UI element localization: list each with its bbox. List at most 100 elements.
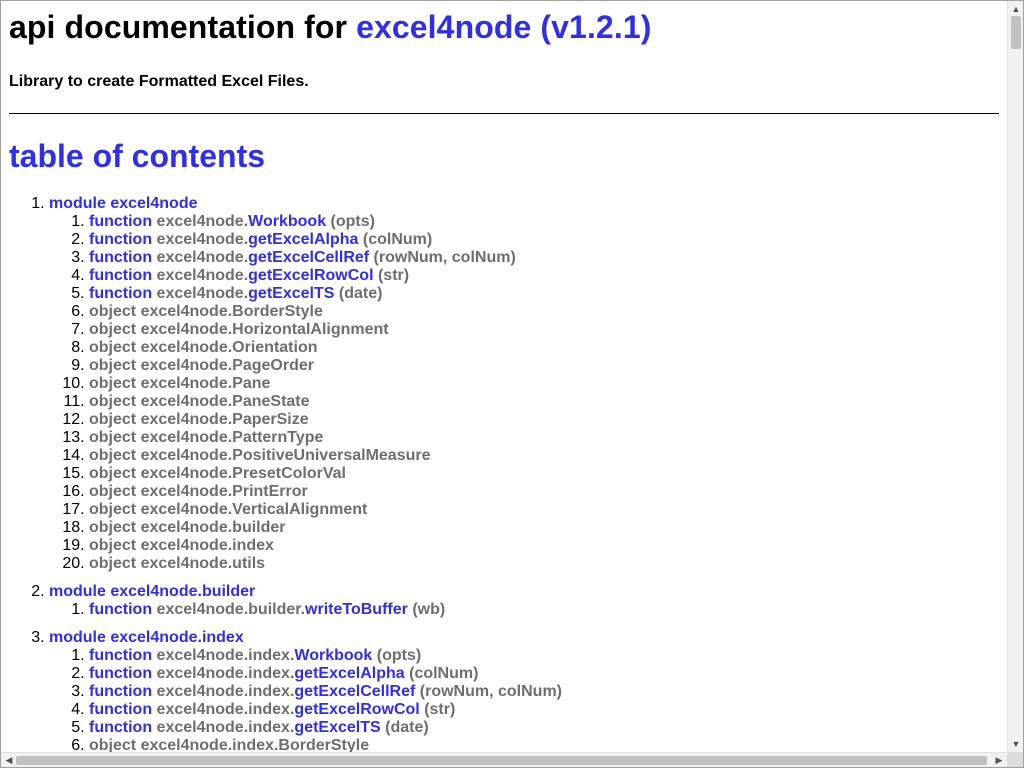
scroll-left-arrow-icon[interactable]: ◀: [3, 753, 15, 768]
member-namespace: excel4node.: [156, 213, 249, 230]
title-prefix: api documentation for: [9, 9, 357, 45]
member-signature: (rowNum, colNum): [419, 683, 562, 700]
member-item: object excel4node.VerticalAlignment: [89, 501, 999, 519]
member-item: function excel4node.builder.writeToBuffe…: [89, 601, 999, 619]
horizontal-scroll-thumb[interactable]: [16, 756, 987, 765]
object-member-link[interactable]: object excel4node.index.BorderStyle: [89, 737, 369, 752]
scrollbar-corner: [1007, 752, 1023, 767]
member-item: object excel4node.Orientation: [89, 339, 999, 357]
member-name-link[interactable]: getExcelTS: [294, 719, 380, 736]
member-name-link[interactable]: Workbook: [248, 213, 326, 230]
member-name-link[interactable]: getExcelCellRef: [294, 683, 415, 700]
page-subtitle: Library to create Formatted Excel Files.: [9, 73, 309, 90]
function-keyword-link[interactable]: function: [89, 719, 152, 736]
vertical-scroll-thumb[interactable]: [1011, 16, 1021, 49]
object-member-link[interactable]: object excel4node.PatternType: [89, 429, 323, 446]
member-namespace: excel4node.index.: [156, 647, 295, 664]
function-keyword-link[interactable]: function: [89, 231, 152, 248]
member-name-link[interactable]: getExcelRowCol: [294, 701, 419, 718]
member-namespace: excel4node.: [156, 231, 249, 248]
member-item: function excel4node.Workbook (opts): [89, 213, 999, 231]
member-item: function excel4node.index.getExcelCellRe…: [89, 683, 999, 701]
page-viewport: api documentation for excel4node (v1.2.1…: [1, 1, 1007, 752]
member-item: object excel4node.PresetColorVal: [89, 465, 999, 483]
member-name-link[interactable]: getExcelAlpha: [248, 231, 358, 248]
member-signature: (wb): [412, 601, 446, 618]
member-item: object excel4node.index: [89, 537, 999, 555]
member-item: object excel4node.PatternType: [89, 429, 999, 447]
member-item: function excel4node.index.Workbook (opts…: [89, 647, 999, 665]
object-member-link[interactable]: object excel4node.builder: [89, 519, 286, 536]
toc-module-item: module excel4node.indexfunction excel4no…: [49, 629, 999, 752]
member-name-link[interactable]: getExcelTS: [248, 285, 334, 302]
member-item: object excel4node.PositiveUniversalMeasu…: [89, 447, 999, 465]
member-signature: (str): [424, 701, 456, 718]
member-item: function excel4node.getExcelTS (date): [89, 285, 999, 303]
member-signature: (date): [338, 285, 383, 302]
function-keyword-link[interactable]: function: [89, 701, 152, 718]
function-keyword-link[interactable]: function: [89, 213, 152, 230]
member-name-link[interactable]: getExcelAlpha: [294, 665, 404, 682]
function-keyword-link[interactable]: function: [89, 601, 152, 618]
module-link[interactable]: module excel4node.index: [49, 629, 244, 646]
object-member-link[interactable]: object excel4node.PaneState: [89, 393, 310, 410]
member-name-link[interactable]: getExcelCellRef: [248, 249, 369, 266]
member-namespace: excel4node.builder.: [156, 601, 306, 618]
member-signature: (rowNum, colNum): [373, 249, 516, 266]
function-keyword-link[interactable]: function: [89, 665, 152, 682]
scroll-right-arrow-icon[interactable]: ▶: [993, 753, 1005, 768]
function-keyword-link[interactable]: function: [89, 267, 152, 284]
member-signature: (opts): [330, 213, 375, 230]
module-link[interactable]: module excel4node: [49, 195, 198, 212]
object-member-link[interactable]: object excel4node.PositiveUniversalMeasu…: [89, 447, 430, 464]
object-member-link[interactable]: object excel4node.PageOrder: [89, 357, 314, 374]
object-member-link[interactable]: object excel4node.index: [89, 537, 274, 554]
member-namespace: excel4node.: [156, 249, 249, 266]
vertical-scrollbar[interactable]: ▲ ▼: [1007, 1, 1024, 752]
member-namespace: excel4node.index.: [156, 683, 295, 700]
toc-module-item: module excel4node.builderfunction excel4…: [49, 583, 999, 619]
member-item: object excel4node.builder: [89, 519, 999, 537]
module-link[interactable]: module excel4node.builder: [49, 583, 255, 600]
object-member-link[interactable]: object excel4node.PresetColorVal: [89, 465, 346, 482]
member-item: object excel4node.index.BorderStyle: [89, 737, 999, 752]
object-member-link[interactable]: object excel4node.HorizontalAlignment: [89, 321, 389, 338]
member-list: function excel4node.Workbook (opts)funct…: [49, 213, 999, 573]
function-keyword-link[interactable]: function: [89, 647, 152, 664]
member-item: object excel4node.PaperSize: [89, 411, 999, 429]
scroll-up-arrow-icon[interactable]: ▲: [1008, 3, 1024, 15]
toc-module-list: module excel4nodefunction excel4node.Wor…: [9, 195, 999, 752]
member-signature: (date): [385, 719, 429, 736]
member-item: object excel4node.PrintError: [89, 483, 999, 501]
object-member-link[interactable]: object excel4node.BorderStyle: [89, 303, 323, 320]
object-member-link[interactable]: object excel4node.PrintError: [89, 483, 308, 500]
scroll-down-arrow-icon[interactable]: ▼: [1008, 738, 1024, 750]
member-name-link[interactable]: getExcelRowCol: [248, 267, 373, 284]
member-item: function excel4node.index.getExcelAlpha …: [89, 665, 999, 683]
member-name-link[interactable]: Workbook: [294, 647, 372, 664]
horizontal-scrollbar[interactable]: ◀ ▶: [1, 752, 1007, 768]
object-member-link[interactable]: object excel4node.Pane: [89, 375, 270, 392]
object-member-link[interactable]: object excel4node.PaperSize: [89, 411, 309, 428]
member-namespace: excel4node.: [156, 285, 249, 302]
member-item: object excel4node.HorizontalAlignment: [89, 321, 999, 339]
member-name-link[interactable]: writeToBuffer: [305, 601, 408, 618]
member-item: function excel4node.index.getExcelRowCol…: [89, 701, 999, 719]
function-keyword-link[interactable]: function: [89, 683, 152, 700]
page-title: api documentation for excel4node (v1.2.1…: [9, 8, 999, 46]
member-item: function excel4node.getExcelAlpha (colNu…: [89, 231, 999, 249]
object-member-link[interactable]: object excel4node.VerticalAlignment: [89, 501, 367, 518]
member-signature: (colNum): [409, 665, 479, 682]
member-signature: (colNum): [362, 231, 433, 248]
member-namespace: excel4node.index.: [156, 701, 295, 718]
member-item: object excel4node.Pane: [89, 375, 999, 393]
object-member-link[interactable]: object excel4node.utils: [89, 555, 265, 572]
toc-module-item: module excel4nodefunction excel4node.Wor…: [49, 195, 999, 573]
function-keyword-link[interactable]: function: [89, 285, 152, 302]
member-item: object excel4node.PageOrder: [89, 357, 999, 375]
toc-heading: table of contents: [9, 138, 266, 174]
function-keyword-link[interactable]: function: [89, 249, 152, 266]
object-member-link[interactable]: object excel4node.Orientation: [89, 339, 318, 356]
member-namespace: excel4node.: [156, 267, 249, 284]
title-package-link[interactable]: excel4node (v1.2.1): [356, 9, 651, 45]
